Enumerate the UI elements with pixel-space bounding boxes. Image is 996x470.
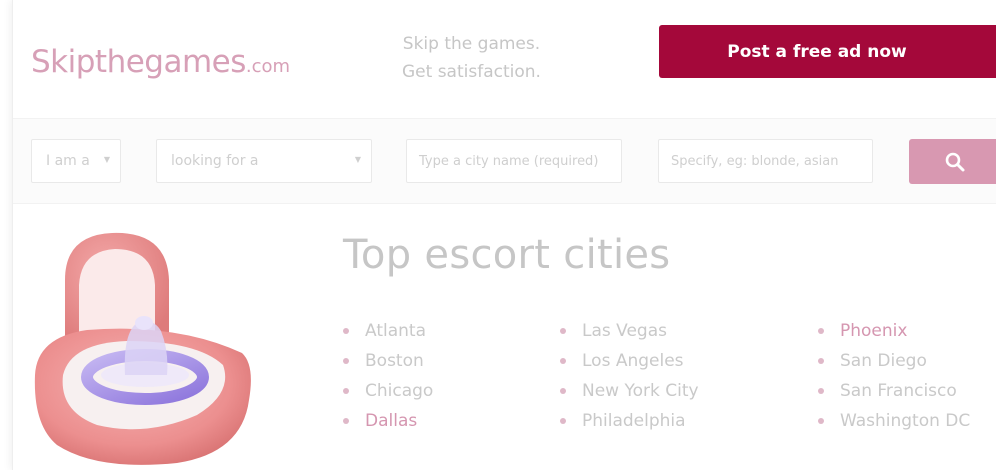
- city-item[interactable]: Boston: [343, 346, 433, 376]
- logo-name: Skipthegames: [31, 44, 246, 80]
- bullet-icon: [343, 388, 349, 394]
- bullet-icon: [343, 328, 349, 334]
- city-item[interactable]: Philadelphia: [560, 406, 699, 436]
- city-link[interactable]: San Francisco: [840, 381, 957, 401]
- city-item[interactable]: Phoenix: [818, 316, 970, 346]
- city-item[interactable]: Las Vegas: [560, 316, 699, 346]
- search-icon: [945, 152, 965, 171]
- caret-down-icon: ▼: [103, 155, 110, 164]
- city-link[interactable]: New York City: [582, 381, 699, 401]
- section-title: Top escort cities: [343, 232, 671, 278]
- bullet-icon: [818, 418, 824, 424]
- city-input[interactable]: Type a city name (required): [406, 139, 622, 183]
- city-item[interactable]: Chicago: [343, 376, 433, 406]
- city-link[interactable]: Chicago: [365, 381, 433, 401]
- city-link[interactable]: San Diego: [840, 351, 927, 371]
- looking-for-select-value: looking for a: [171, 153, 259, 169]
- city-item[interactable]: Washington DC: [818, 406, 970, 436]
- logo-domain-suffix: .com: [245, 56, 291, 77]
- bullet-icon: [560, 358, 566, 364]
- specify-input-placeholder: Specify, eg: blonde, asian: [671, 153, 839, 169]
- i-am-select[interactable]: I am a ▼: [31, 139, 121, 183]
- city-column-3: Phoenix San Diego San Francisco Washingt…: [818, 316, 970, 436]
- caret-down-icon: ▼: [354, 155, 361, 164]
- city-link[interactable]: Atlanta: [365, 321, 426, 341]
- tagline-line-2: Get satisfaction.: [402, 62, 541, 82]
- search-button[interactable]: [909, 139, 996, 184]
- city-item[interactable]: Dallas: [343, 406, 433, 436]
- tagline: Skip the games. Get satisfaction.: [402, 30, 541, 86]
- city-column-2: Las Vegas Los Angeles New York City Phil…: [560, 316, 699, 436]
- bullet-icon: [560, 388, 566, 394]
- page-frame: Skipthegames.com Skip the games. Get sat…: [12, 0, 996, 470]
- bullet-icon: [818, 358, 824, 364]
- search-bar: I am a ▼ looking for a ▼ Type a city nam…: [13, 118, 996, 204]
- bullet-icon: [343, 358, 349, 364]
- bullet-icon: [818, 328, 824, 334]
- bullet-icon: [560, 418, 566, 424]
- city-column-1: Atlanta Boston Chicago Dallas: [343, 316, 433, 436]
- site-logo[interactable]: Skipthegames.com: [31, 44, 290, 80]
- tagline-line-1: Skip the games.: [402, 34, 541, 54]
- city-item[interactable]: Los Angeles: [560, 346, 699, 376]
- bullet-icon: [343, 418, 349, 424]
- i-am-select-value: I am a: [46, 153, 90, 169]
- city-item[interactable]: New York City: [560, 376, 699, 406]
- city-item[interactable]: San Francisco: [818, 376, 970, 406]
- city-link[interactable]: Los Angeles: [582, 351, 684, 371]
- city-link[interactable]: Philadelphia: [582, 411, 686, 431]
- bullet-icon: [818, 388, 824, 394]
- specify-input[interactable]: Specify, eg: blonde, asian: [658, 139, 873, 183]
- looking-for-select[interactable]: looking for a ▼: [156, 139, 372, 183]
- city-item[interactable]: Atlanta: [343, 316, 433, 346]
- site-header: Skipthegames.com Skip the games. Get sat…: [13, 0, 996, 118]
- city-item[interactable]: San Diego: [818, 346, 970, 376]
- city-link[interactable]: Boston: [365, 351, 424, 371]
- ring-box-image: [34, 232, 251, 465]
- bullet-icon: [560, 328, 566, 334]
- post-free-ad-button[interactable]: Post a free ad now: [659, 25, 996, 78]
- city-link[interactable]: Washington DC: [840, 411, 970, 431]
- city-link[interactable]: Dallas: [365, 411, 417, 431]
- city-input-placeholder: Type a city name (required): [419, 153, 599, 169]
- city-link[interactable]: Las Vegas: [582, 321, 667, 341]
- city-link[interactable]: Phoenix: [840, 321, 907, 341]
